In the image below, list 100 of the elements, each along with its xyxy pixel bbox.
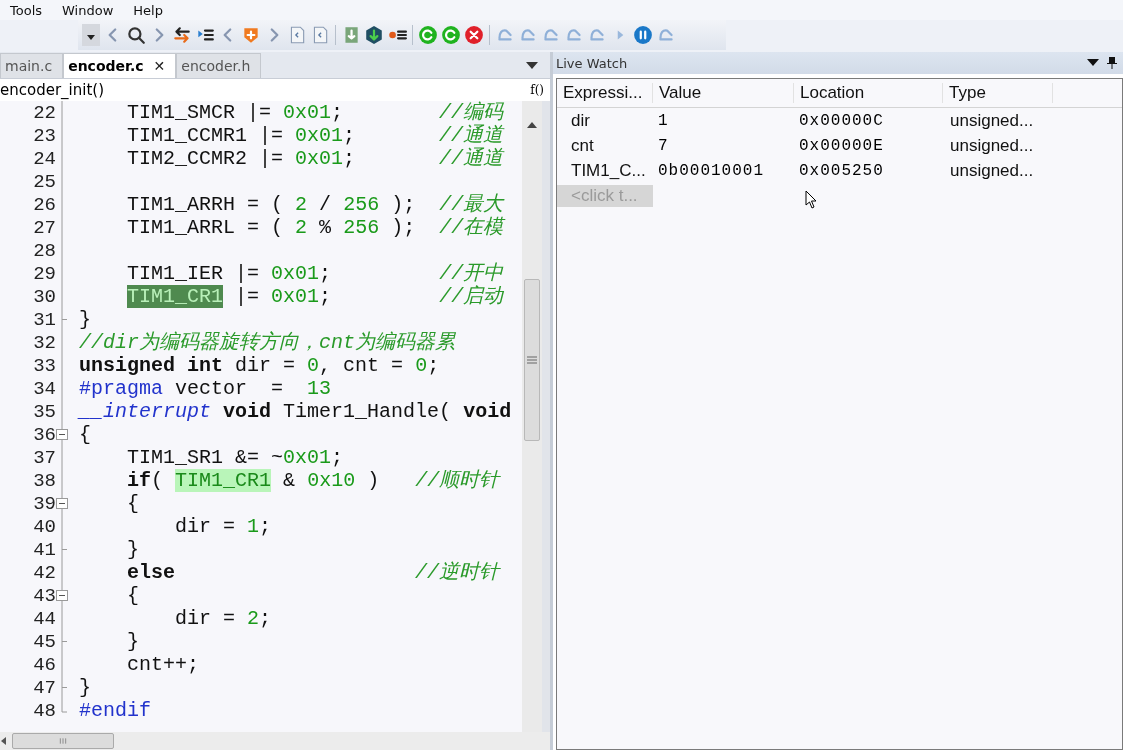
line-number: 32: [32, 331, 56, 354]
code-line: #endif: [79, 699, 152, 722]
code-line: TIM1_SR1 &= ~0x01;: [126, 446, 345, 469]
code-line: //dir为编码器旋转方向，cnt为编码器累: [79, 331, 457, 354]
function-name[interactable]: encoder_init(): [0, 81, 104, 99]
location-cell-text: 0x00000E: [798, 136, 885, 155]
line-number: 22: [32, 101, 56, 124]
grip-icon: [526, 356, 538, 364]
line-number: 42: [32, 561, 56, 584]
value-cell-text: 7: [657, 136, 670, 155]
caret-icon: [87, 35, 95, 41]
collapse-icon[interactable]: [56, 584, 68, 607]
line-number: 31: [32, 308, 56, 331]
code-line: }: [126, 630, 141, 653]
scroll-up-icon[interactable]: [527, 121, 537, 129]
file-tab[interactable]: main.c: [0, 53, 64, 78]
column-header[interactable]: Location: [794, 83, 943, 103]
code-line: }: [79, 308, 92, 331]
line-number: 29: [32, 262, 56, 285]
line-number: 48: [32, 699, 56, 722]
line-number: 43: [32, 584, 56, 607]
line-number: 44: [32, 607, 56, 630]
expression-cell-text: cnt: [570, 135, 595, 156]
code-line: unsigned int dir = 0, cnt = 0;: [79, 354, 441, 377]
type-cell-text: unsigned...: [949, 110, 1035, 131]
mouse-cursor-icon: [805, 190, 819, 210]
panel-title: Live Watch: [556, 55, 628, 71]
dropdown-icon[interactable]: [1087, 57, 1099, 67]
dropdown-button[interactable]: [82, 24, 100, 46]
code-line: dir = 1;: [174, 515, 273, 538]
shield-icon[interactable]: [241, 25, 261, 45]
line-number: 35: [32, 400, 56, 423]
pause-icon[interactable]: [633, 25, 653, 45]
expression-cell-text: dir: [570, 110, 591, 131]
code-line: TIM1_SMCR |= 0x01; //编码: [126, 101, 505, 124]
menu-item[interactable]: Tools: [0, 2, 53, 18]
code-line: }: [126, 538, 141, 561]
code-line: dir = 2;: [174, 607, 273, 630]
line-number: 40: [32, 515, 56, 538]
line-number: 30: [32, 285, 56, 308]
code-line: cnt++;: [126, 653, 201, 676]
collapse-icon[interactable]: [56, 492, 68, 515]
type-cell-text: unsigned...: [949, 135, 1035, 156]
menu-item[interactable]: Window: [52, 2, 124, 18]
location-cell-text: 0x005250: [798, 161, 885, 180]
code-line: {: [126, 492, 141, 515]
code-line: __interrupt void Timer1_Handle( void: [79, 400, 513, 423]
dropdown-icon[interactable]: [526, 62, 538, 70]
horizontal-scrollbar[interactable]: [0, 732, 550, 750]
code-line: TIM1_CCMR1 |= 0x01; //通道: [126, 124, 506, 147]
close-icon[interactable]: ✕: [153, 58, 166, 74]
line-number: 41: [32, 538, 56, 561]
line-number: 27: [32, 216, 56, 239]
vertical-scrollbar[interactable]: [522, 101, 542, 732]
line-number: 33: [32, 354, 56, 377]
swap-icon[interactable]: [172, 25, 192, 45]
line-number: 34: [32, 377, 56, 400]
column-header[interactable]: Expressi...: [557, 83, 653, 103]
line-number: 46: [32, 653, 56, 676]
expression-cell-text: TIM1_C...: [570, 160, 647, 181]
code-line: if( TIM1_CR1 & 0x10 ) //顺时针: [126, 469, 502, 492]
code-line: #pragma vector = 13: [79, 377, 333, 400]
value-cell-text: 0b00010001: [657, 161, 765, 180]
line-number: 47: [32, 676, 56, 699]
hexagon-icon[interactable]: [364, 25, 384, 45]
code-line: TIM2_CCMR2 |= 0x01; //通道: [126, 147, 506, 170]
column-header[interactable]: Value: [653, 83, 794, 103]
refresh-icon[interactable]: [418, 25, 438, 45]
line-number: 36: [32, 423, 56, 446]
value-cell-text: 1: [657, 111, 670, 130]
stop-icon[interactable]: [464, 25, 484, 45]
code-line: {: [79, 423, 92, 446]
grip-icon: [59, 737, 67, 745]
code-line: TIM1_ARRH = ( 2 / 256 ); //最大: [126, 193, 506, 216]
function-list-button[interactable]: f(): [530, 83, 544, 97]
file-tab[interactable]: encoder.h: [176, 53, 262, 78]
location-cell-text: 0x00000C: [798, 111, 885, 130]
menu-item[interactable]: Help: [123, 2, 173, 18]
search-icon[interactable]: [126, 25, 146, 45]
code-line: TIM1_ARRL = ( 2 % 256 ); //在模: [126, 216, 507, 239]
collapse-icon[interactable]: [56, 423, 68, 446]
code-line: {: [126, 584, 141, 607]
scroll-left-icon[interactable]: [0, 736, 8, 746]
line-number: 26: [32, 193, 56, 216]
line-number: 28: [32, 239, 56, 262]
type-cell-text: unsigned...: [949, 160, 1035, 181]
line-number: 39: [32, 492, 56, 515]
pin-icon[interactable]: [1107, 57, 1117, 69]
line-number: 25: [32, 170, 56, 193]
line-number: 38: [32, 469, 56, 492]
code-line: else //逆时针: [126, 561, 502, 584]
refresh-icon[interactable]: [441, 25, 461, 45]
line-number: 45: [32, 630, 56, 653]
code-line: TIM1_IER |= 0x01; //开中: [126, 262, 505, 285]
line-number: 23: [32, 124, 56, 147]
code-line: TIM1_CR1 |= 0x01; //启动: [126, 285, 505, 308]
code-line: }: [79, 676, 92, 699]
file-tab[interactable]: encoder.c ✕: [63, 53, 177, 78]
column-header[interactable]: Type: [943, 83, 1053, 103]
line-number: 37: [32, 446, 56, 469]
